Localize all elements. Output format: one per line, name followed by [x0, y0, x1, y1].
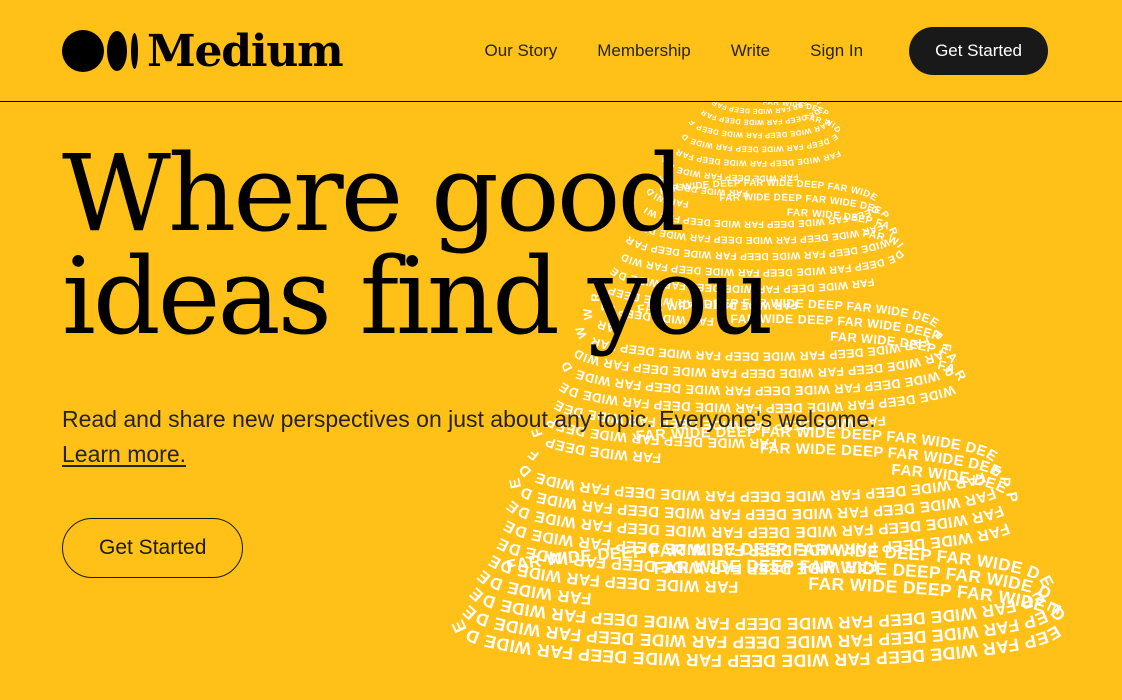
nav-item-membership[interactable]: Membership [577, 41, 711, 61]
learn-more-link[interactable]: Learn more. [62, 441, 186, 467]
hero-subtitle-text: Read and share new perspectives on just … [62, 405, 876, 432]
hero-subtitle: Read and share new perspectives on just … [62, 402, 892, 472]
hero-section: Where good ideas find you Read and share… [62, 102, 1122, 700]
hero-get-started-button[interactable]: Get Started [62, 517, 244, 578]
brand-logo[interactable]: Medium [62, 25, 344, 77]
nav-item-write[interactable]: Write [711, 41, 790, 61]
nav-item-sign-in[interactable]: Sign In [790, 41, 883, 61]
medium-logo-mark-icon [62, 29, 138, 72]
header-get-started-button[interactable]: Get Started [909, 26, 1048, 75]
primary-nav: Our Story Membership Write Sign In Get S… [484, 26, 1048, 75]
hero-headline: Where good ideas find you [62, 132, 774, 358]
nav-item-our-story[interactable]: Our Story [484, 41, 577, 61]
brand-wordmark: Medium [147, 25, 344, 77]
site-header: Medium Our Story Membership Write Sign I… [0, 0, 1122, 102]
